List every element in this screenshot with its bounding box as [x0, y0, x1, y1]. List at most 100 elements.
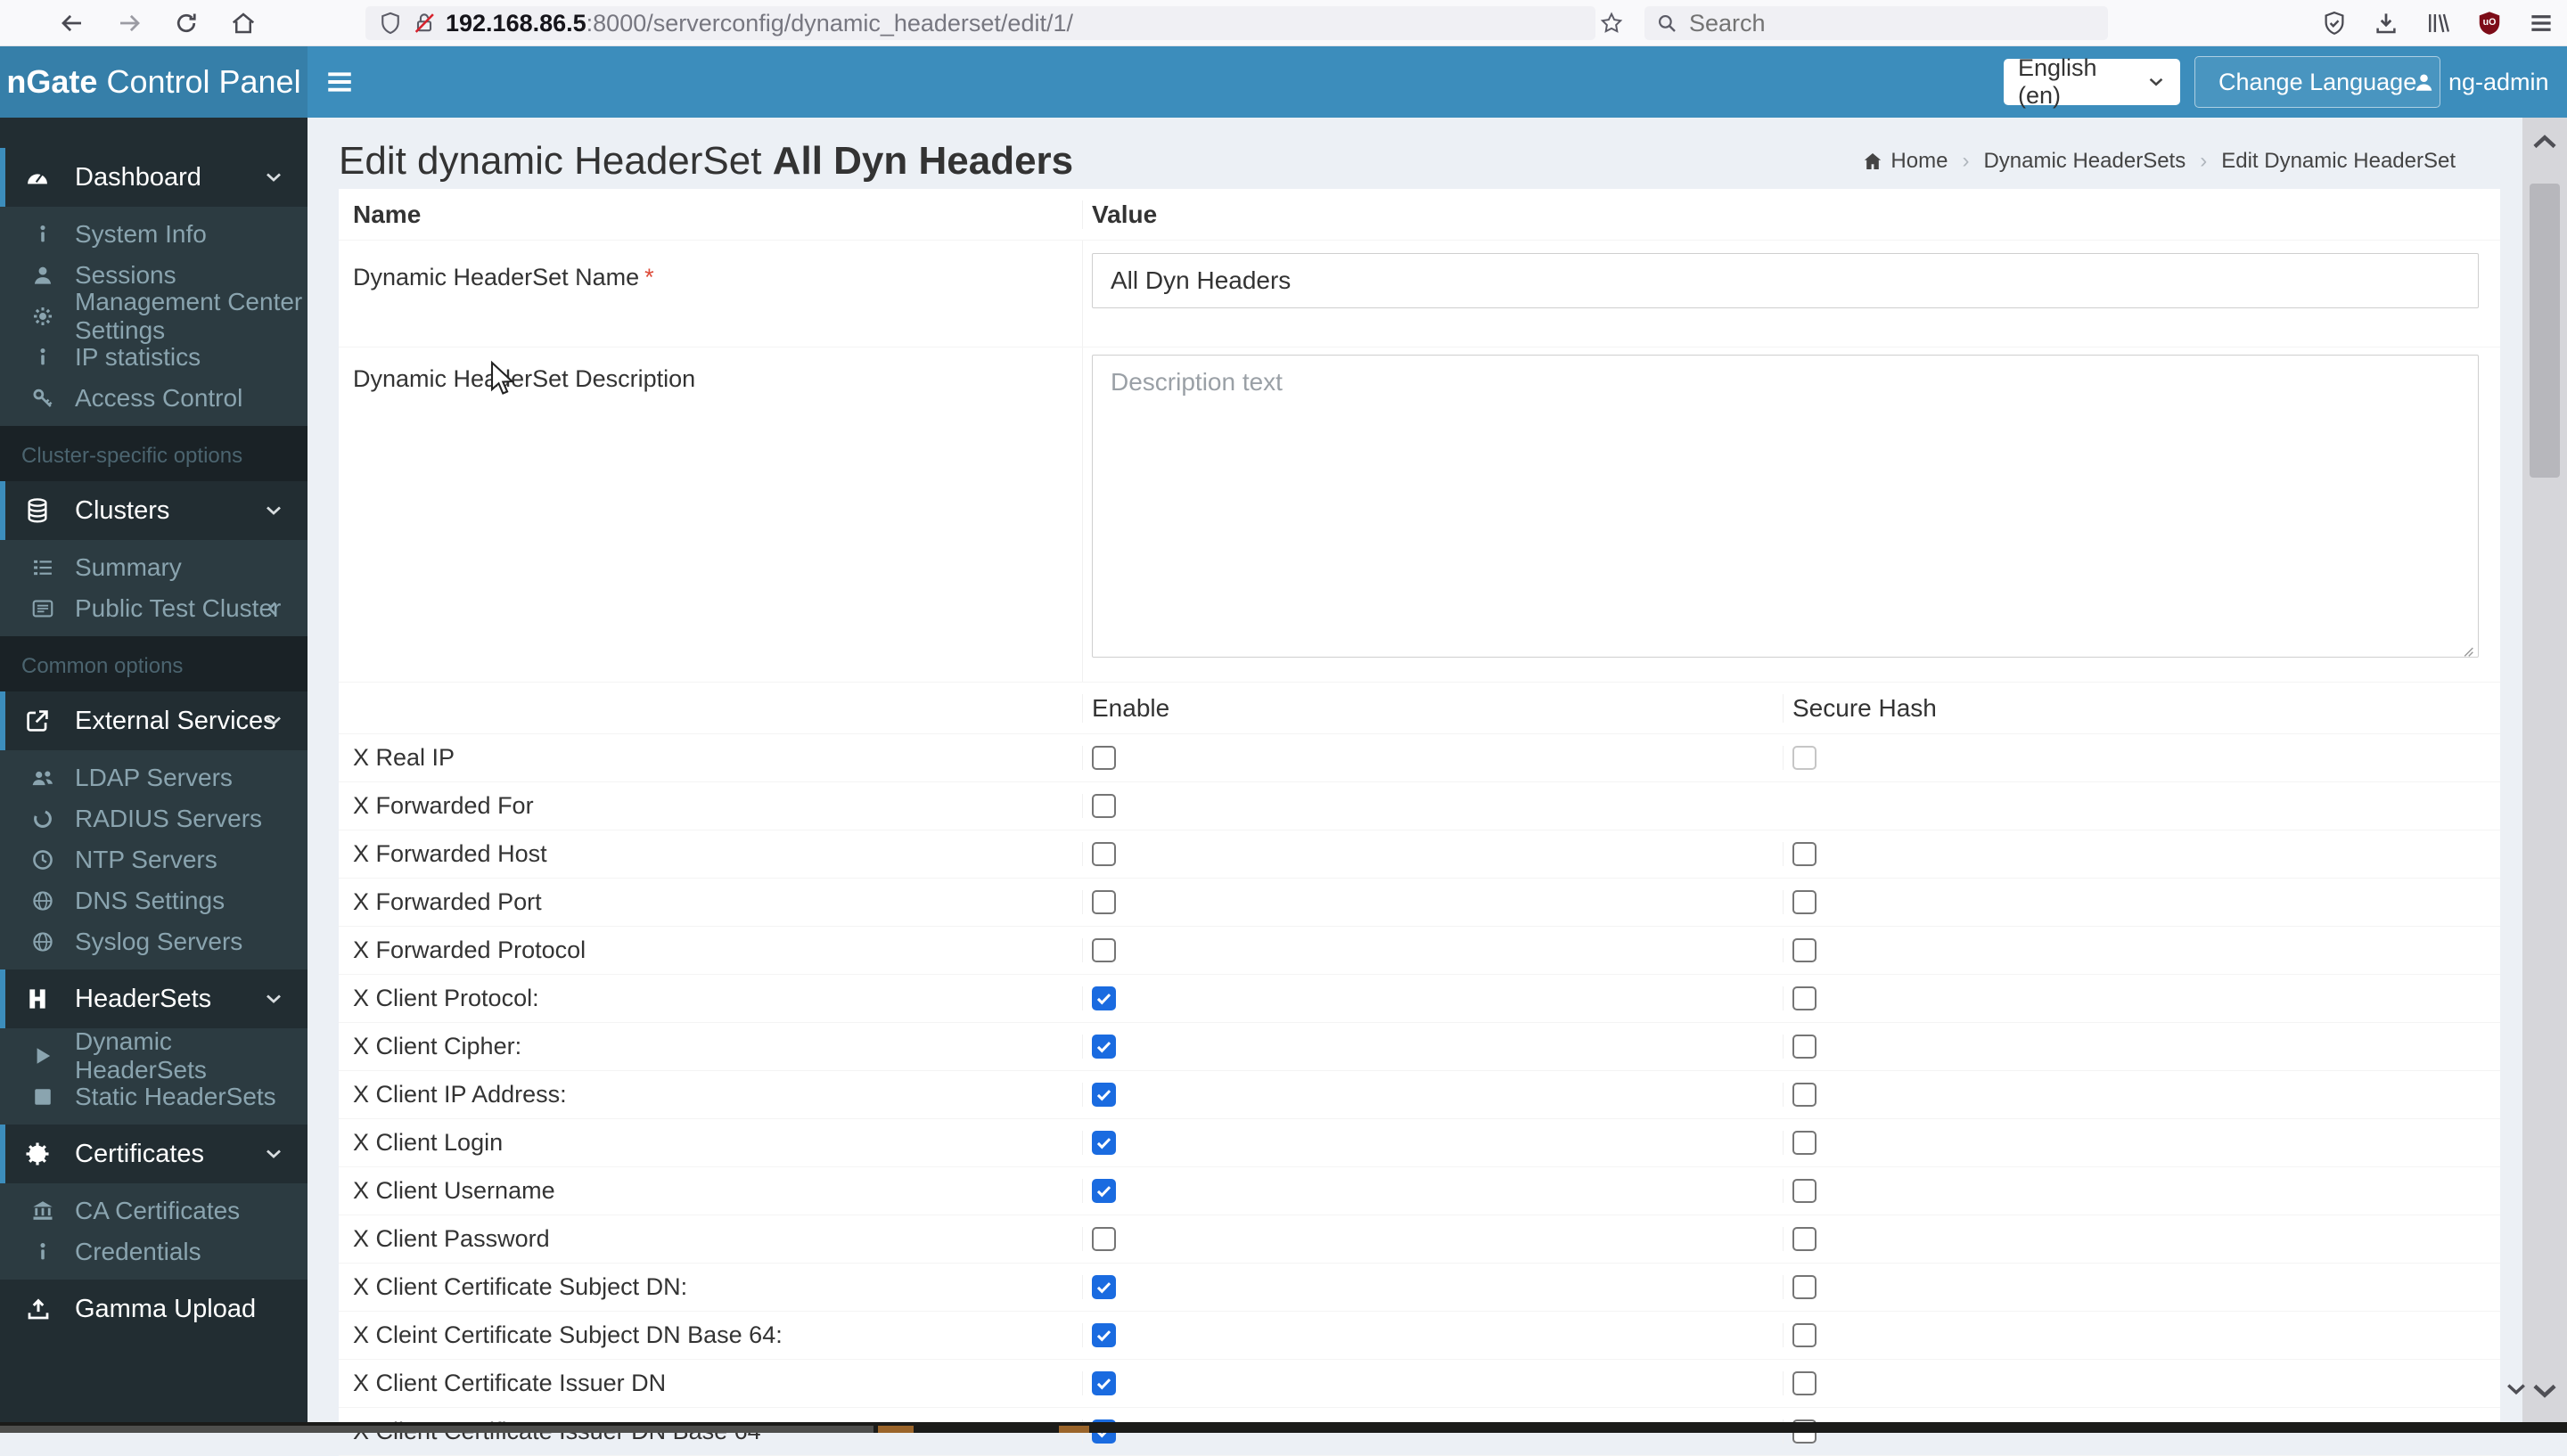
- sidebar-item-summary[interactable]: Summary: [0, 547, 308, 588]
- page-header: Edit dynamic HeaderSet All Dyn Headers H…: [339, 139, 2456, 184]
- user-menu[interactable]: ng-admin: [2412, 46, 2549, 118]
- reload-icon[interactable]: [173, 10, 200, 37]
- secure-hash-checkbox-x-client-certificate-subject-dn[interactable]: [1792, 1275, 1817, 1299]
- chevron-left-icon: [263, 599, 283, 618]
- enable-checkbox-x-client-login[interactable]: [1092, 1131, 1116, 1155]
- sidebar-item-credentials[interactable]: Credentials: [0, 1231, 308, 1272]
- header-label: X Cleint Certificate Subject DN Base 64:: [353, 1321, 783, 1348]
- enable-cell: [1082, 1323, 1783, 1347]
- enable-cell: [1082, 1227, 1783, 1251]
- ublock-icon[interactable]: uO: [2476, 10, 2503, 37]
- enable-checkbox-x-client-certificate-issuer-dn[interactable]: [1092, 1371, 1116, 1395]
- sidebar-item-static-headersets[interactable]: Static HeaderSets: [0, 1076, 308, 1117]
- enable-cell: [1082, 1083, 1783, 1107]
- headerset-description-textarea[interactable]: [1092, 355, 2479, 658]
- sidebar-item-dynamic-headersets[interactable]: Dynamic HeaderSets: [0, 1027, 308, 1084]
- sidebar-item-headersets[interactable]: HeaderSets: [0, 969, 308, 1028]
- sidebar-item-dashboard[interactable]: Dashboard: [0, 148, 308, 207]
- secure-hash-checkbox-x-client-certificate-issuer-dn[interactable]: [1792, 1371, 1817, 1395]
- secure-hash-checkbox-x-forwarded-port[interactable]: [1792, 890, 1817, 914]
- sidebar-item-radius-servers[interactable]: RADIUS Servers: [0, 798, 308, 839]
- secure-hash-checkbox-x-cleint-certificate-subject-dn-base-64[interactable]: [1792, 1323, 1817, 1347]
- enable-checkbox-x-forwarded-for[interactable]: [1092, 794, 1116, 818]
- url-bar[interactable]: 192.168.86.5:8000/serverconfig/dynamic_h…: [365, 6, 1595, 40]
- sidebar-item-gamma-upload[interactable]: Gamma Upload: [0, 1280, 308, 1338]
- chevron-down-icon: [2146, 72, 2166, 92]
- brand-bold: nGate: [6, 63, 98, 100]
- enable-checkbox-x-forwarded-host[interactable]: [1092, 842, 1116, 866]
- sidebar-item-label: Access Control: [75, 384, 243, 412]
- scroll-up-icon[interactable]: [2528, 125, 2562, 159]
- enable-checkbox-x-cleint-certificate-subject-dn-base-64[interactable]: [1092, 1323, 1116, 1347]
- enable-checkbox-x-client-cipher[interactable]: [1092, 1035, 1116, 1059]
- secure-hash-checkbox-x-real-ip[interactable]: [1792, 746, 1817, 770]
- sidebar-item-system-info[interactable]: System Info: [0, 214, 308, 255]
- forward-icon[interactable]: [116, 10, 143, 37]
- sidebar-item-ca-certificates[interactable]: CA Certificates: [0, 1190, 308, 1231]
- enable-checkbox-x-client-ip-address[interactable]: [1092, 1083, 1116, 1107]
- secure-hash-cell: [1783, 1227, 2500, 1251]
- sidebar-item-access-control[interactable]: Access Control: [0, 378, 308, 419]
- sidebar-item-ldap-servers[interactable]: LDAP Servers: [0, 757, 308, 798]
- header-label: X Real IP: [353, 744, 455, 771]
- sidebar-item-label: Gamma Upload: [75, 1294, 257, 1323]
- brand-logo[interactable]: nGate Control Panel: [0, 46, 308, 118]
- breadcrumb-separator: ›: [1962, 149, 1970, 173]
- sidebar-item-label: Public Test Cluster: [75, 594, 282, 622]
- secure-hash-checkbox-x-client-protocol[interactable]: [1792, 986, 1817, 1010]
- browser-search-bar[interactable]: Search: [1644, 6, 2108, 40]
- secure-hash-checkbox-x-client-username[interactable]: [1792, 1179, 1817, 1203]
- secure-hash-cell: [1783, 1179, 2500, 1203]
- sidebar-item-public-test-cluster[interactable]: Public Test Cluster: [0, 588, 308, 629]
- url-host: 192.168.86.5: [446, 9, 586, 37]
- back-icon[interactable]: [59, 10, 86, 37]
- enable-checkbox-x-forwarded-protocol[interactable]: [1092, 938, 1116, 962]
- sidebar-item-dns-settings[interactable]: DNS Settings: [0, 880, 308, 921]
- sidebar-item-certificates[interactable]: Certificates: [0, 1125, 308, 1183]
- inner-scroll-down-icon[interactable]: [2503, 1376, 2530, 1403]
- enable-checkbox-x-client-protocol[interactable]: [1092, 986, 1116, 1010]
- breadcrumb-item-dynamic-headersets[interactable]: Dynamic HeaderSets: [1983, 149, 2186, 174]
- sidebar-submenu-external-services: LDAP Servers RADIUS Servers NTP Servers DNS…: [0, 750, 308, 969]
- secure-hash-cell: [1783, 986, 2500, 1010]
- sidebar-item-ip-statistics[interactable]: IP statistics: [0, 337, 308, 378]
- sidebar-toggle-icon[interactable]: [323, 66, 357, 98]
- secure-hash-checkbox-x-forwarded-protocol[interactable]: [1792, 938, 1817, 962]
- sidebar-item-management-center-settings[interactable]: Management Center Settings: [0, 288, 308, 344]
- menu-icon[interactable]: [2528, 10, 2555, 37]
- language-select[interactable]: English (en): [2004, 54, 2180, 109]
- sidebar-item-clusters[interactable]: Clusters: [0, 481, 308, 540]
- breadcrumb-item-home[interactable]: Home: [1862, 149, 1948, 174]
- secure-hash-cell: [1783, 1035, 2500, 1059]
- headerset-name-input[interactable]: [1092, 253, 2479, 308]
- app-header: nGate Control Panel English (en) Change …: [0, 46, 2567, 118]
- enable-checkbox-x-forwarded-port[interactable]: [1092, 890, 1116, 914]
- enable-checkbox-x-client-username[interactable]: [1092, 1179, 1116, 1203]
- scrollbar-thumb[interactable]: [2530, 184, 2560, 478]
- download-icon[interactable]: [2373, 10, 2399, 37]
- enable-cell: [1082, 1275, 1783, 1299]
- home-icon[interactable]: [230, 10, 257, 37]
- secure-hash-checkbox-x-client-cipher[interactable]: [1792, 1035, 1817, 1059]
- sidebar-item-syslog-servers[interactable]: Syslog Servers: [0, 921, 308, 962]
- enable-checkbox-x-real-ip[interactable]: [1092, 746, 1116, 770]
- secure-hash-cell: [1783, 1275, 2500, 1299]
- secure-hash-checkbox-x-client-login[interactable]: [1792, 1131, 1817, 1155]
- scroll-down-icon[interactable]: [2528, 1374, 2562, 1408]
- secure-hash-checkbox-x-forwarded-host[interactable]: [1792, 842, 1817, 866]
- enable-checkbox-x-client-password[interactable]: [1092, 1227, 1116, 1251]
- sidebar-item-external-services[interactable]: External Services: [0, 691, 308, 750]
- page-scrollbar[interactable]: [2507, 118, 2567, 1422]
- library-icon[interactable]: [2424, 10, 2451, 37]
- breadcrumb-item-edit-dynamic-headerset[interactable]: Edit Dynamic HeaderSet: [2221, 149, 2456, 174]
- secure-hash-checkbox-x-client-password[interactable]: [1792, 1227, 1817, 1251]
- bookmark-star-icon[interactable]: [1599, 11, 1624, 36]
- change-language-button[interactable]: Change Language: [2194, 56, 2441, 108]
- resize-grip-icon[interactable]: [2456, 640, 2476, 659]
- enable-checkbox-x-client-certificate-subject-dn[interactable]: [1092, 1275, 1116, 1299]
- sidebar-item-ntp-servers[interactable]: NTP Servers: [0, 839, 308, 880]
- search-icon: [1655, 12, 1678, 35]
- shield-check-icon[interactable]: [2321, 10, 2348, 37]
- secure-hash-checkbox-x-client-ip-address[interactable]: [1792, 1083, 1817, 1107]
- enable-cell: [1082, 890, 1783, 914]
